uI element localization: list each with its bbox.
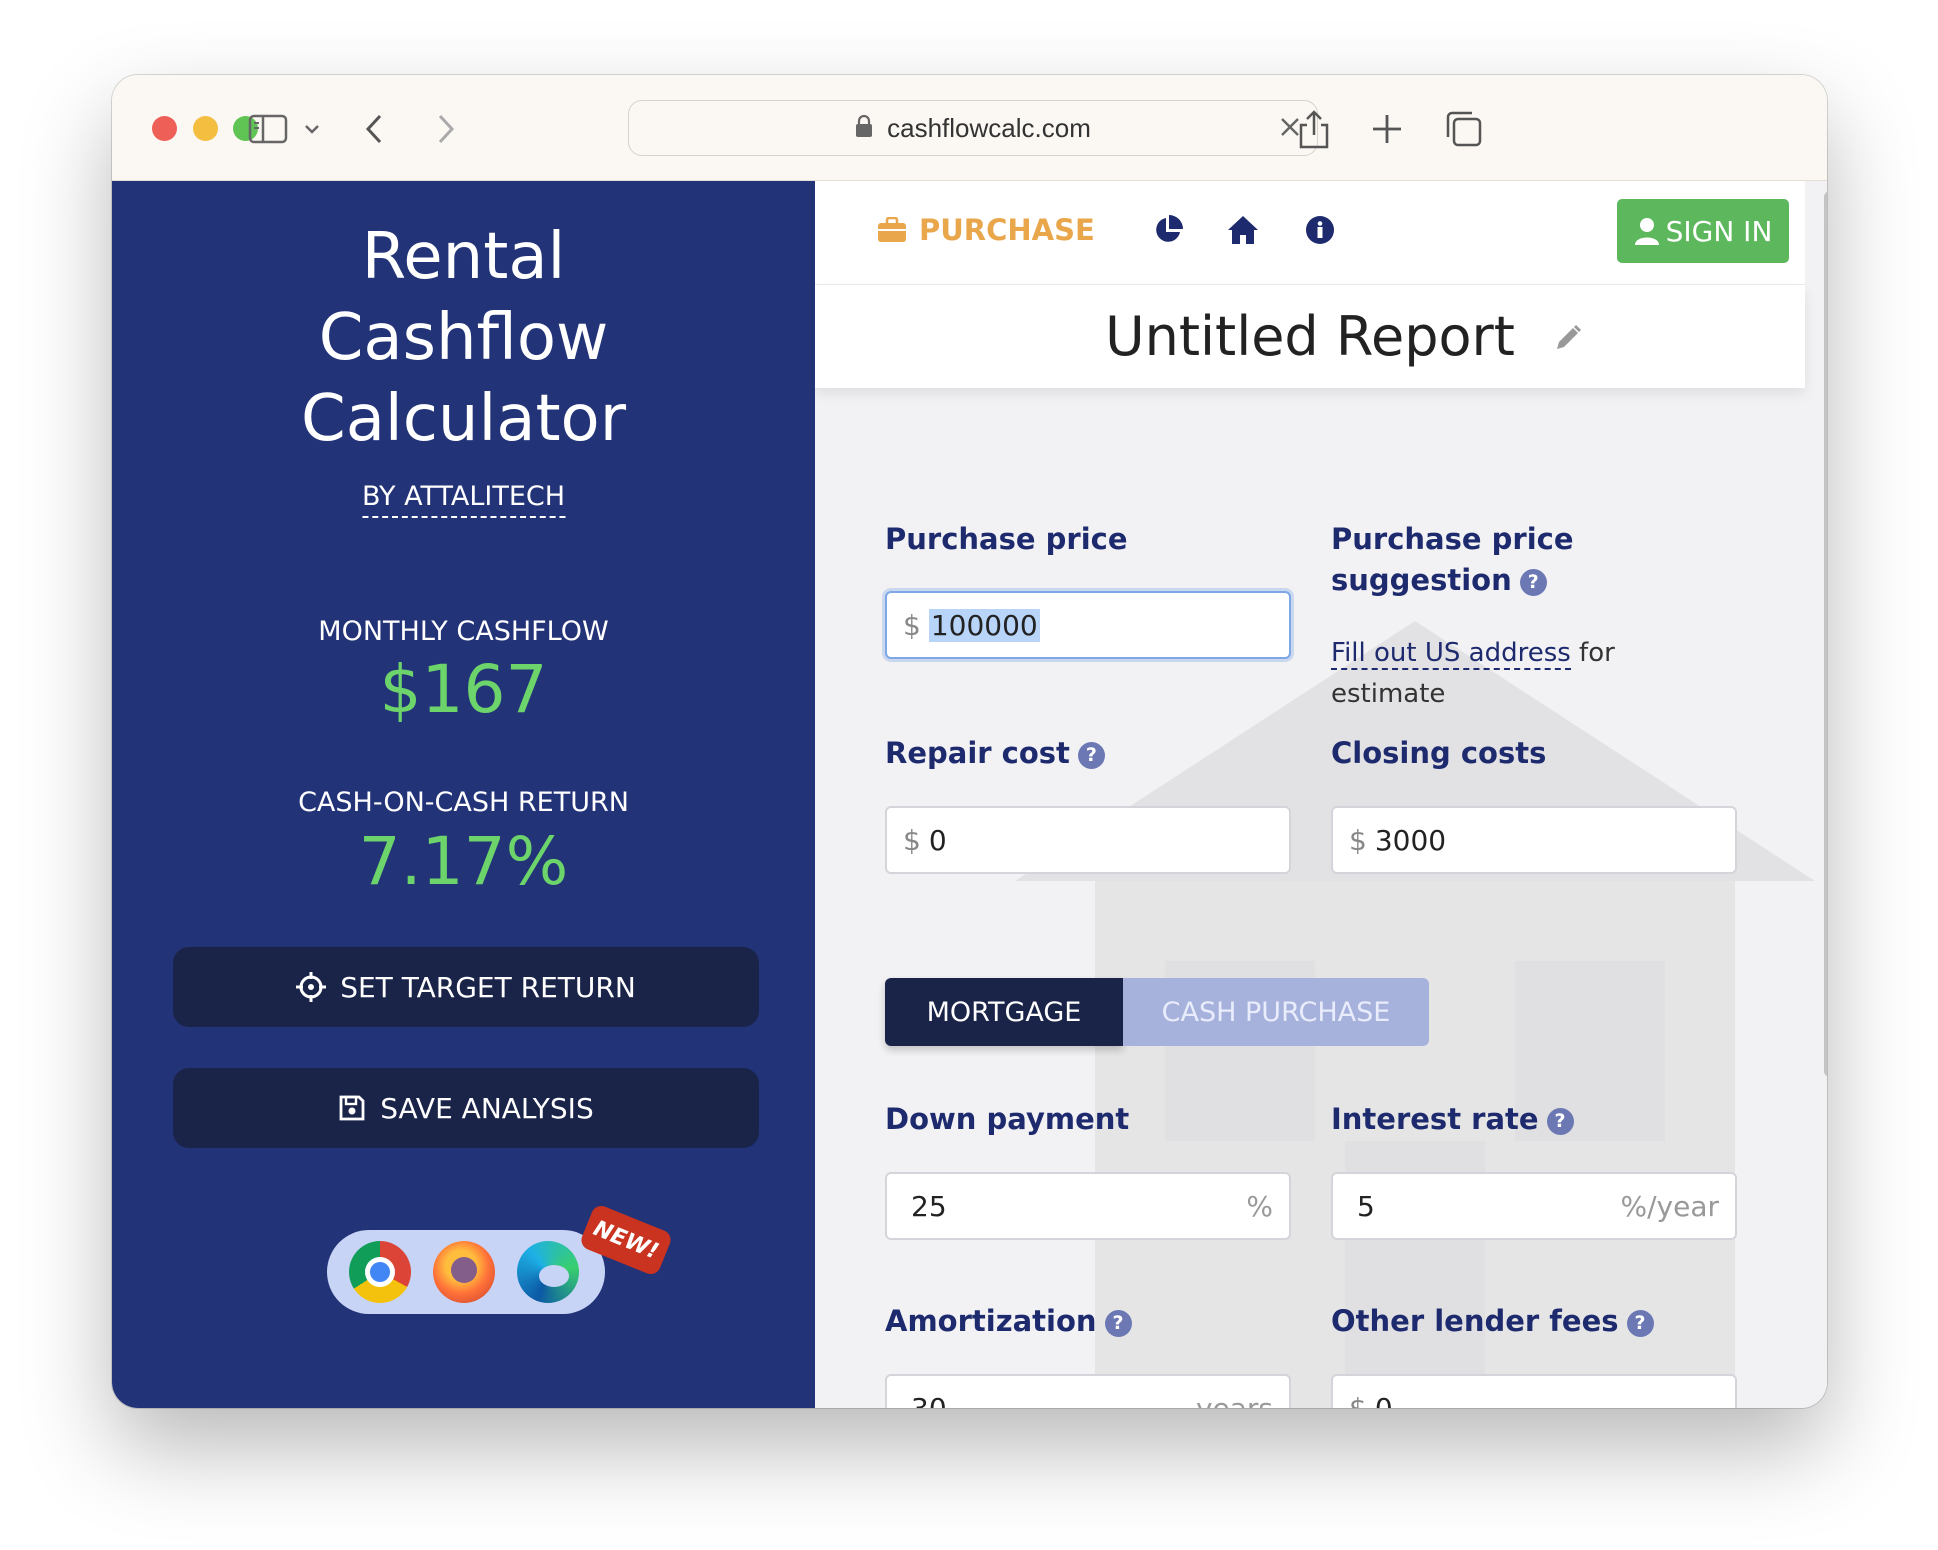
- set-target-return-label: SET TARGET RETURN: [340, 970, 636, 1004]
- currency-prefix: $: [903, 823, 921, 857]
- save-analysis-label: SAVE ANALYSIS: [380, 1091, 594, 1125]
- sign-in-button[interactable]: SIGN IN: [1617, 199, 1789, 263]
- fill-address-link[interactable]: Fill out US address: [1331, 638, 1571, 670]
- cash-purchase-tab[interactable]: CASH PURCHASE: [1123, 978, 1429, 1046]
- app-title-line-2: Cashflow: [318, 301, 609, 375]
- home-icon[interactable]: [1227, 215, 1259, 249]
- suggestion-text-line-2: estimate: [1331, 679, 1446, 709]
- other-lender-fees-input[interactable]: $ 0: [1331, 1374, 1737, 1408]
- pie-chart-icon[interactable]: [1153, 215, 1183, 249]
- share-icon[interactable]: [1297, 107, 1331, 151]
- browser-window: cashflowcalc.com Rental Cashflow Calcula…: [112, 75, 1827, 1408]
- down-payment-value: 25: [911, 1189, 947, 1223]
- close-window-button[interactable]: [152, 116, 177, 141]
- minimize-window-button[interactable]: [193, 116, 218, 141]
- nav-purchase-tab[interactable]: PURCHASE: [877, 213, 1095, 247]
- currency-prefix: $: [903, 608, 921, 642]
- percent-suffix: %: [1246, 1189, 1273, 1223]
- user-icon: [1634, 217, 1660, 245]
- amortization-label-text: Amortization: [885, 1304, 1097, 1338]
- purchase-price-input[interactable]: $ 100000: [885, 591, 1291, 659]
- monthly-cashflow-label: MONTHLY CASHFLOW: [318, 616, 609, 647]
- chevron-down-icon[interactable]: [302, 107, 322, 151]
- monthly-cashflow-value: $167: [379, 651, 548, 728]
- currency-prefix: $: [1349, 823, 1367, 857]
- down-payment-input[interactable]: 25 %: [885, 1172, 1291, 1240]
- amortization-value: 30: [911, 1391, 947, 1409]
- help-icon[interactable]: ?: [1626, 1310, 1654, 1337]
- repair-cost-label: Repair cost?: [885, 733, 1105, 774]
- closing-costs-label: Closing costs: [1331, 736, 1547, 770]
- new-tab-icon[interactable]: [1370, 107, 1404, 151]
- sidebar-toggle-icon[interactable]: [248, 107, 288, 151]
- purchase-price-label: Purchase price: [885, 522, 1128, 556]
- suggestion-label-line-1: Purchase price: [1331, 522, 1574, 556]
- down-payment-label: Down payment: [885, 1102, 1130, 1136]
- results-sidebar: Rental Cashflow Calculator BY ATTALITECH…: [112, 181, 815, 1408]
- help-icon[interactable]: ?: [1546, 1108, 1574, 1135]
- browser-toolbar: cashflowcalc.com: [112, 75, 1827, 181]
- years-suffix: years: [1195, 1391, 1273, 1409]
- purchase-price-value: 100000: [928, 608, 1040, 642]
- crosshair-icon: [296, 972, 327, 1002]
- calculator-main: PURCHASE SIGN IN Untitled Report Purchas…: [815, 181, 1827, 1408]
- help-icon[interactable]: ?: [1077, 742, 1105, 769]
- report-header: Untitled Report: [815, 285, 1805, 388]
- help-icon[interactable]: ?: [1519, 569, 1547, 596]
- repair-cost-value: 0: [928, 823, 947, 857]
- chrome-icon[interactable]: [349, 1241, 411, 1303]
- other-lender-fees-value: 0: [1374, 1391, 1393, 1409]
- save-analysis-button[interactable]: SAVE ANALYSIS: [173, 1068, 759, 1148]
- sign-in-label: SIGN IN: [1665, 214, 1773, 248]
- tab-overview-icon[interactable]: [1444, 107, 1484, 151]
- repair-cost-input[interactable]: $ 0: [885, 806, 1291, 874]
- help-icon[interactable]: ?: [1104, 1310, 1132, 1337]
- coc-return-label: CASH-ON-CASH RETURN: [298, 787, 629, 818]
- info-icon[interactable]: [1305, 215, 1335, 249]
- coc-return-value: 7.17%: [358, 823, 569, 900]
- suggestion-label-line-2: suggestion: [1331, 563, 1512, 597]
- other-lender-fees-label-text: Other lender fees: [1331, 1304, 1619, 1338]
- mortgage-tab[interactable]: MORTGAGE: [885, 978, 1123, 1046]
- by-attalitech-link[interactable]: BY ATTALITECH: [361, 481, 566, 518]
- app-title-line-3: Calculator: [301, 382, 626, 456]
- closing-costs-input[interactable]: $ 3000: [1331, 806, 1737, 874]
- app-title: Rental Cashflow Calculator: [112, 217, 815, 460]
- lock-icon: [855, 114, 873, 142]
- report-title[interactable]: Untitled Report: [1105, 305, 1515, 368]
- interest-rate-label-text: Interest rate: [1331, 1102, 1539, 1136]
- financing-type-toggle: MORTGAGE CASH PURCHASE: [885, 978, 1429, 1046]
- firefox-icon[interactable]: [433, 1241, 495, 1303]
- other-lender-fees-label: Other lender fees?: [1331, 1301, 1654, 1342]
- set-target-return-button[interactable]: SET TARGET RETURN: [173, 947, 759, 1027]
- closing-costs-value: 3000: [1374, 823, 1447, 857]
- briefcase-icon: [877, 217, 907, 243]
- scrollbar-thumb[interactable]: [1824, 191, 1827, 1077]
- interest-rate-label: Interest rate?: [1331, 1099, 1574, 1140]
- page-scrollbar[interactable]: [1818, 187, 1827, 1408]
- purchase-price-suggestion-label: Purchase price suggestion?: [1331, 519, 1574, 601]
- amortization-input[interactable]: 30 years: [885, 1374, 1291, 1408]
- nav-purchase-label: PURCHASE: [919, 213, 1095, 247]
- percent-per-year-suffix: %/year: [1620, 1189, 1719, 1223]
- pencil-icon[interactable]: [1553, 323, 1583, 357]
- back-icon[interactable]: [362, 107, 388, 151]
- top-nav: PURCHASE SIGN IN: [815, 181, 1805, 285]
- url-text: cashflowcalc.com: [887, 112, 1091, 143]
- browser-extensions-pill[interactable]: [327, 1230, 605, 1314]
- suggestion-text: Fill out US address for estimate: [1331, 633, 1711, 715]
- floppy-disk-icon: [338, 1094, 366, 1122]
- edge-icon[interactable]: [517, 1241, 579, 1303]
- repair-cost-label-text: Repair cost: [885, 736, 1070, 770]
- interest-rate-value: 5: [1357, 1189, 1375, 1223]
- amortization-label: Amortization?: [885, 1301, 1132, 1342]
- suggestion-text-after: for: [1570, 638, 1615, 668]
- address-bar[interactable]: cashflowcalc.com: [628, 100, 1318, 156]
- forward-icon[interactable]: [432, 107, 458, 151]
- currency-prefix: $: [1349, 1391, 1367, 1409]
- interest-rate-input[interactable]: 5 %/year: [1331, 1172, 1737, 1240]
- app-title-line-1: Rental: [361, 220, 566, 294]
